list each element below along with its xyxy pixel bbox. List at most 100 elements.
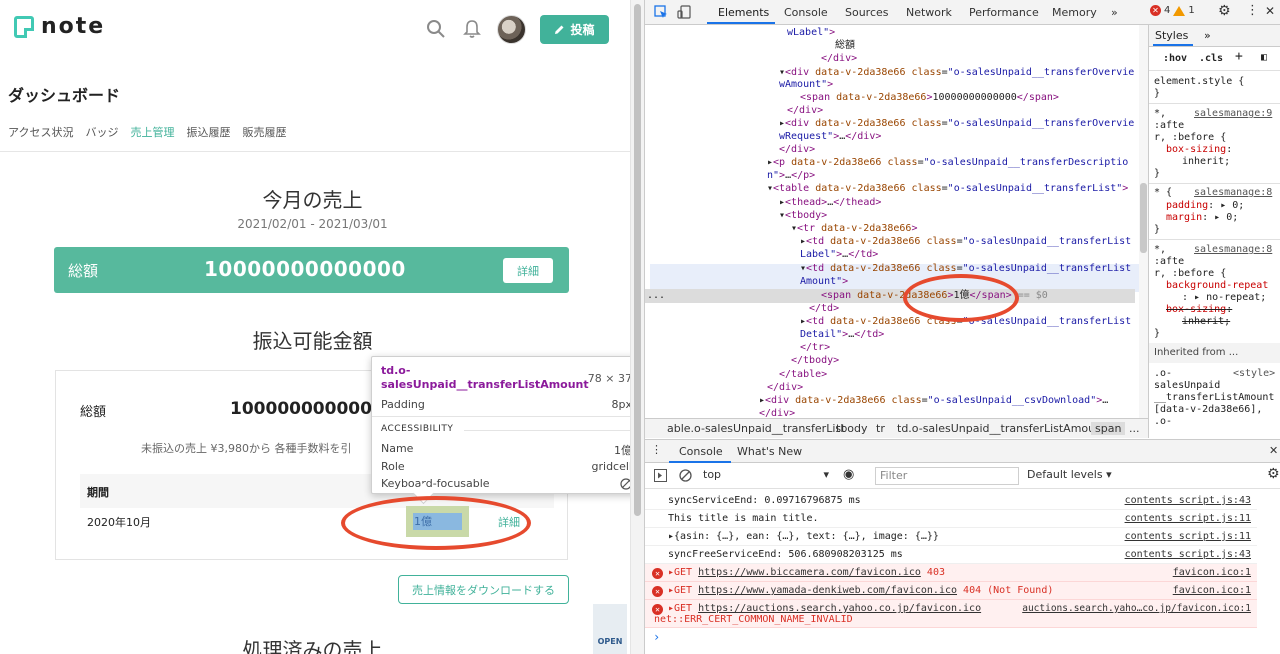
download-sales-button[interactable]: 売上情報をダウンロードする: [398, 575, 569, 604]
page-scrollbar-thumb[interactable]: [634, 4, 641, 516]
dom-line[interactable]: ▸<div data-v-2da38e66 class="o-salesUnpa…: [779, 117, 1134, 130]
inspect-icon[interactable]: [654, 5, 668, 19]
dom-line[interactable]: </tr>: [800, 341, 830, 354]
console-log[interactable]: syncServiceEnd: 0.09716796875 ms content…: [645, 492, 1257, 510]
kebab-menu-icon[interactable]: ⋮: [1246, 3, 1259, 18]
more-tabs[interactable]: »: [1111, 6, 1118, 19]
hov-toggle[interactable]: :hov: [1163, 53, 1187, 65]
console-prompt[interactable]: ›: [653, 630, 660, 644]
rule-prop[interactable]: box-sizing:: [1166, 144, 1232, 156]
dom-line[interactable]: </table>: [779, 368, 827, 381]
console-log[interactable]: syncFreeServiceEnd: 506.680908203125 ms …: [645, 546, 1257, 564]
tab-console[interactable]: Console: [784, 6, 828, 19]
crumb-tbody[interactable]: tbody: [836, 422, 868, 435]
monthly-detail-button[interactable]: 詳細: [503, 258, 553, 283]
tab-whats-new[interactable]: What's New: [737, 445, 802, 458]
log-levels-dropdown[interactable]: Default levels ▾: [1027, 468, 1112, 481]
dom-line[interactable]: Label">…</td>: [800, 248, 878, 261]
rule-prop-overridden[interactable]: box-sizing:: [1166, 304, 1232, 316]
crumb-tr[interactable]: tr: [876, 422, 885, 435]
post-button[interactable]: 投稿: [540, 15, 609, 44]
error-source-link[interactable]: auctions.search.yaho…co.jp/favicon.ico:1: [1022, 603, 1251, 614]
rule-prop[interactable]: background-repeat: [1166, 280, 1268, 292]
crumb-span[interactable]: span: [1091, 422, 1126, 435]
issue-counter[interactable]: ✕ 4 1: [1150, 5, 1195, 16]
dom-line-ellipsis[interactable]: ...: [647, 289, 665, 302]
dom-line[interactable]: </div>: [821, 52, 857, 65]
settings-gear-icon[interactable]: ⚙: [1218, 3, 1231, 19]
bell-icon[interactable]: [461, 18, 483, 40]
dom-line[interactable]: ▾<tbody>: [779, 209, 827, 222]
eye-icon[interactable]: ◉: [843, 467, 854, 482]
tab-sales-history[interactable]: 販売履歴: [242, 124, 286, 140]
rule-prop[interactable]: margin: ▸ 0;: [1166, 212, 1238, 224]
dom-line[interactable]: </div>: [759, 407, 795, 418]
tab-elements[interactable]: Elements: [718, 6, 769, 19]
context-selector[interactable]: top ▾: [703, 468, 829, 484]
cls-toggle[interactable]: .cls: [1199, 53, 1223, 65]
log-source-link[interactable]: contents script.js:43: [1125, 495, 1251, 506]
console-log[interactable]: This title is main title. contents scrip…: [645, 510, 1257, 528]
dom-line[interactable]: ▾<table data-v-2da38e66 class="o-salesUn…: [767, 182, 1128, 195]
avatar[interactable]: [497, 15, 526, 44]
dom-line[interactable]: <span data-v-2da38e66>10000000000000</sp…: [800, 91, 1059, 104]
error-source-link[interactable]: favicon.ico:1: [1173, 585, 1251, 596]
console-filter-input[interactable]: Filter: [875, 467, 1019, 485]
styles-more[interactable]: »: [1204, 29, 1211, 42]
tab-network[interactable]: Network: [906, 6, 952, 19]
crumb-td[interactable]: td.o-salesUnpaid__transferListAmount: [897, 422, 1106, 435]
crumb-more[interactable]: ...: [1129, 422, 1140, 435]
console-log[interactable]: ▸{asin: {…}, ean: {…}, text: {…}, image:…: [645, 528, 1257, 546]
rule-value[interactable]: inherit;: [1182, 156, 1230, 168]
dom-tree[interactable]: wLabel"> 総額 </div> ▾<div data-v-2da38e66…: [645, 25, 1148, 418]
note-logo[interactable]: note: [14, 14, 105, 39]
dom-scrollbar-thumb[interactable]: [1140, 183, 1147, 253]
tab-sources[interactable]: Sources: [845, 6, 889, 19]
dom-line[interactable]: </td>: [809, 302, 839, 315]
open-badge[interactable]: OPEN: [593, 604, 627, 654]
dom-line[interactable]: wLabel">: [787, 26, 835, 39]
rule-prop[interactable]: padding: ▸ 0;: [1166, 200, 1244, 212]
log-source-link[interactable]: contents script.js:11: [1125, 513, 1251, 524]
dom-line[interactable]: ▸<p data-v-2da38e66 class="o-salesUnpaid…: [767, 156, 1128, 169]
clear-console-icon[interactable]: [679, 469, 692, 482]
dom-line[interactable]: ▾<tr data-v-2da38e66>: [791, 222, 917, 235]
dom-line[interactable]: n">…</p>: [767, 169, 815, 182]
dom-line[interactable]: ▾<td data-v-2da38e66 class="o-salesUnpai…: [800, 262, 1131, 275]
tab-sales[interactable]: 売上管理: [130, 124, 174, 140]
dom-line[interactable]: </div>: [779, 143, 815, 156]
dom-scrollbar[interactable]: [1139, 25, 1148, 418]
tab-memory[interactable]: Memory: [1052, 6, 1097, 19]
error-source-link[interactable]: favicon.ico:1: [1173, 567, 1251, 578]
log-source-link[interactable]: contents script.js:43: [1125, 549, 1251, 560]
tab-badge[interactable]: バッジ: [85, 124, 118, 140]
rule-value[interactable]: : ▸ no-repeat;: [1182, 292, 1266, 304]
rule-source-link[interactable]: salesmanage:9: [1194, 108, 1272, 120]
console-error[interactable]: ✕ ▸GET https://www.biccamera.com/favicon…: [645, 564, 1257, 582]
error-url[interactable]: https://www.biccamera.com/favicon.ico: [698, 567, 921, 578]
element-style-rule[interactable]: element.style {: [1154, 76, 1244, 88]
close-drawer-icon[interactable]: ✕: [1269, 444, 1278, 457]
close-devtools-icon[interactable]: ✕: [1265, 4, 1275, 18]
dom-line[interactable]: ▸<div data-v-2da38e66 class="o-salesUnpa…: [759, 394, 1108, 407]
tab-transfer-history[interactable]: 振込履歴: [186, 124, 230, 140]
style-tag-source[interactable]: <style>: [1233, 368, 1275, 380]
dom-line[interactable]: </tbody>: [791, 354, 839, 367]
tab-access[interactable]: アクセス状況: [8, 124, 73, 140]
error-url[interactable]: https://auctions.search.yahoo.co.jp/favi…: [698, 603, 981, 614]
error-url[interactable]: https://www.yamada-denkiweb.com/favicon.…: [698, 585, 957, 596]
log-source-link[interactable]: contents script.js:11: [1125, 531, 1251, 542]
dom-line[interactable]: Amount">: [800, 275, 848, 288]
sidebar-toggle-icon[interactable]: ◧: [1261, 52, 1267, 64]
dom-line[interactable]: </div>: [767, 381, 803, 394]
add-rule-icon[interactable]: +: [1235, 50, 1243, 63]
dom-line[interactable]: 総額: [835, 39, 855, 52]
dom-line[interactable]: ▸<td data-v-2da38e66 class="o-salesUnpai…: [800, 235, 1131, 248]
dom-line[interactable]: wRequest">…</div>: [779, 130, 881, 143]
rule-source-link[interactable]: salesmanage:8: [1194, 187, 1272, 199]
tab-performance[interactable]: Performance: [969, 6, 1039, 19]
dom-line[interactable]: ▸<thead>…</thead>: [779, 196, 881, 209]
device-toggle-icon[interactable]: [677, 5, 691, 19]
tab-styles[interactable]: Styles: [1155, 29, 1188, 42]
search-icon[interactable]: [425, 18, 447, 40]
